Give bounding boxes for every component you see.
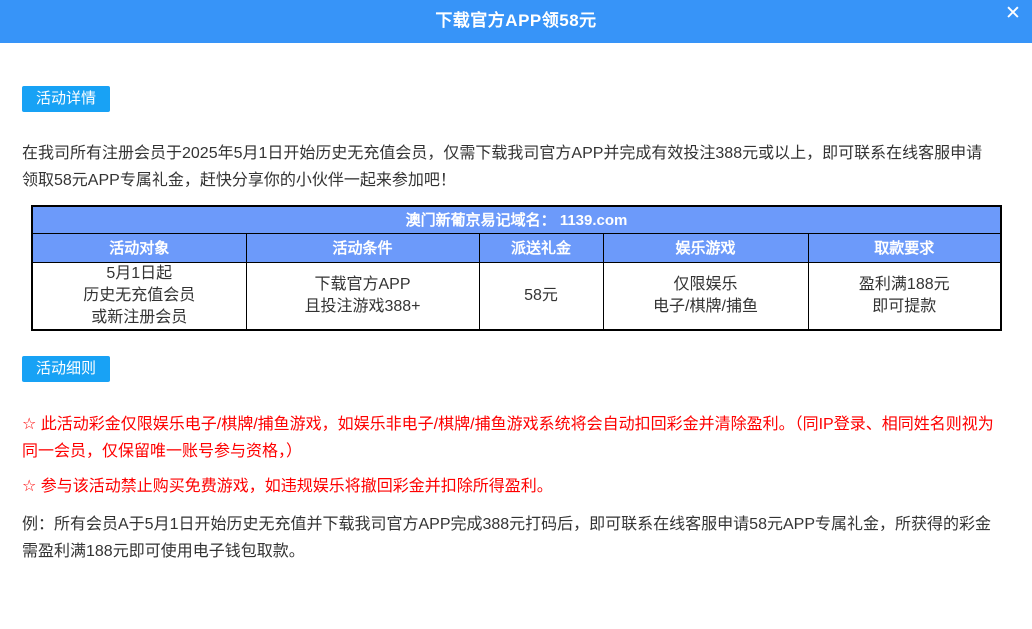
- column-header-bonus: 派送礼金: [479, 233, 603, 262]
- column-header-condition: 活动条件: [246, 233, 479, 262]
- close-button[interactable]: ✕: [1001, 2, 1025, 26]
- promo-modal: 下载官方APP领58元 ✕ 活动详情 在我司所有注册会员于2025年5月1日开始…: [0, 0, 1032, 629]
- promo-table: 澳门新葡京易记域名： 1139.com 活动对象 活动条件 派送礼金 娱乐游戏 …: [31, 205, 1002, 331]
- table-caption-row: 澳门新葡京易记域名： 1139.com: [32, 206, 1001, 233]
- close-icon: ✕: [1005, 3, 1021, 24]
- modal-title: 下载官方APP领58元: [435, 11, 596, 30]
- column-header-withdraw: 取款要求: [808, 233, 1001, 262]
- cell-withdraw: 盈利满188元 即可提款: [808, 262, 1001, 330]
- cell-condition: 下载官方APP 且投注游戏388+: [246, 262, 479, 330]
- intro-paragraph: 在我司所有注册会员于2025年5月1日开始历史无充值会员，仅需下载我司官方APP…: [22, 140, 992, 194]
- cell-games: 仅限娱乐 电子/棋牌/捕鱼: [603, 262, 808, 330]
- table-domain-caption: 澳门新葡京易记域名： 1139.com: [32, 206, 1001, 233]
- rule-paragraph-2: ☆ 参与该活动禁止购买免费游戏，如违规娱乐将撤回彩金并扣除所得盈利。: [22, 473, 1004, 500]
- section-badge-activity-details: 活动详情: [22, 86, 110, 112]
- cell-bonus: 58元: [479, 262, 603, 330]
- modal-header: 下载官方APP领58元 ✕: [0, 0, 1032, 43]
- section-badge-activity-rules: 活动细则: [22, 356, 110, 382]
- rule-paragraph-1: ☆ 此活动彩金仅限娱乐电子/棋牌/捕鱼游戏，如娱乐非电子/棋牌/捕鱼游戏系统将会…: [22, 411, 1004, 465]
- example-paragraph: 例：所有会员A于5月1日开始历史无充值并下载我司官方APP完成388元打码后，即…: [22, 511, 1004, 565]
- table-row: 5月1日起 历史无充值会员 或新注册会员 下载官方APP 且投注游戏388+ 5…: [32, 262, 1001, 330]
- column-header-target: 活动对象: [32, 233, 246, 262]
- cell-target: 5月1日起 历史无充值会员 或新注册会员: [32, 262, 246, 330]
- table-header-row: 活动对象 活动条件 派送礼金 娱乐游戏 取款要求: [32, 233, 1001, 262]
- column-header-games: 娱乐游戏: [603, 233, 808, 262]
